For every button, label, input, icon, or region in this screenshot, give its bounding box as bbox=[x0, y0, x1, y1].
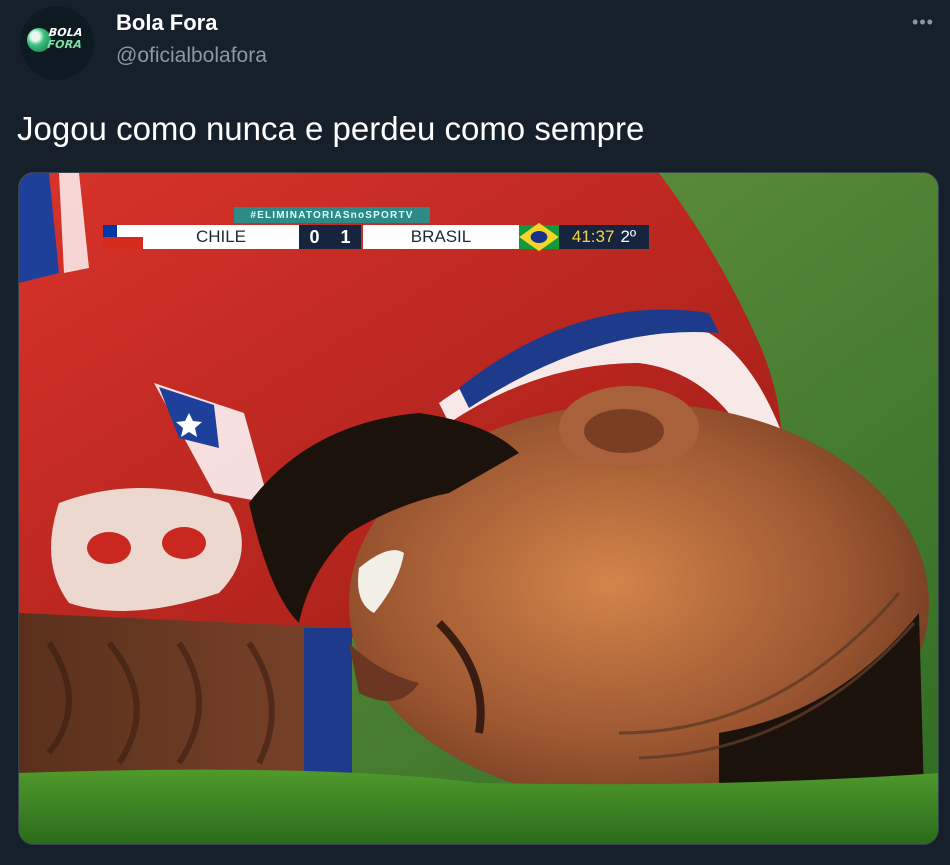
away-team: BRASIL bbox=[363, 225, 519, 249]
broadcast-tag: #ELIMINATORIASnoSPORTV bbox=[234, 207, 430, 223]
display-name[interactable]: Bola Fora bbox=[116, 10, 217, 36]
clock-time: 41:37 bbox=[571, 227, 615, 246]
handle[interactable]: @oficialbolafora bbox=[116, 44, 267, 68]
avatar-logo-line2: FORA bbox=[46, 38, 83, 51]
tweet-media-photo[interactable]: #ELIMINATORIASnoSPORTV CHILE 0 1 BRASIL … bbox=[18, 172, 939, 845]
shirt-number bbox=[51, 488, 242, 611]
score: 0 1 bbox=[299, 225, 361, 249]
away-score: 1 bbox=[340, 226, 351, 247]
match-period: 2º bbox=[620, 227, 637, 246]
avatar-logo-text: BOLA FORA bbox=[46, 26, 94, 51]
more-options-button[interactable]: ••• bbox=[907, 10, 939, 34]
more-horizontal-icon: ••• bbox=[912, 11, 934, 32]
brazil-flag-icon bbox=[519, 222, 559, 252]
chile-flag-icon bbox=[103, 225, 143, 249]
avatar[interactable]: BOLA FORA bbox=[20, 6, 94, 80]
home-score: 0 bbox=[309, 226, 320, 247]
tweet: BOLA FORA Bola Fora @oficialbolafora •••… bbox=[0, 0, 950, 865]
wristband bbox=[304, 628, 352, 778]
tweet-text: Jogou como nunca e perdeu como sempre bbox=[17, 110, 645, 147]
home-team: CHILE bbox=[143, 225, 299, 249]
match-clock: 41:37 2º bbox=[559, 225, 649, 249]
photo-illustration bbox=[19, 173, 938, 844]
